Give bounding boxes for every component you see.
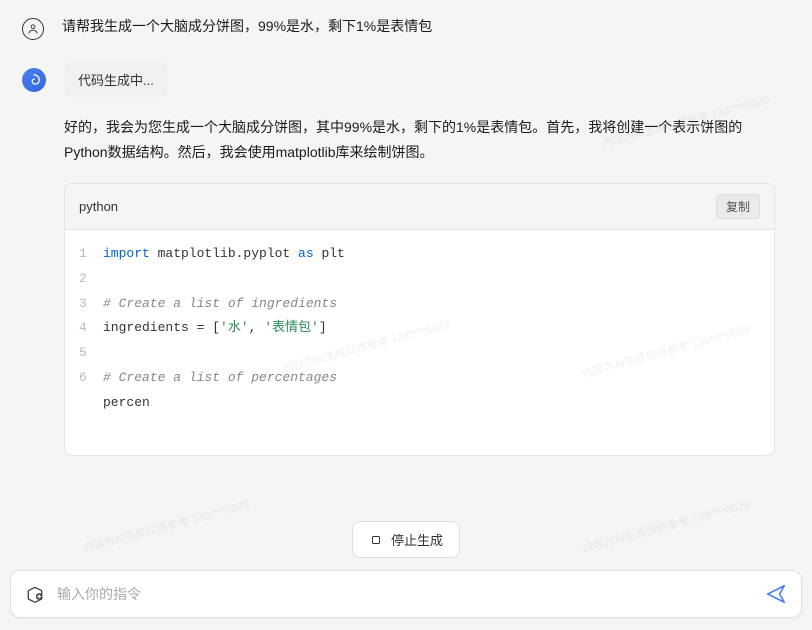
code-line: 3# Create a list of ingredients xyxy=(79,292,760,317)
send-icon xyxy=(765,583,787,605)
code-block: python 复制 1import matplotlib.pyplot as p… xyxy=(64,183,775,456)
user-message-row: 请帮我生成一个大脑成分饼图，99%是水，剩下1%是表情包 xyxy=(0,0,812,50)
stop-generation-button[interactable]: 停止生成 xyxy=(352,521,460,558)
command-input[interactable] xyxy=(57,586,753,602)
code-line: 6# Create a list of percentages xyxy=(79,366,760,391)
code-line: 4ingredients = ['水', '表情包'] xyxy=(79,316,760,341)
send-button[interactable] xyxy=(765,583,787,605)
generation-status-chip: 代码生成中... xyxy=(64,62,168,97)
line-number xyxy=(79,391,103,416)
code-line: 1import matplotlib.pyplot as plt xyxy=(79,242,760,267)
line-content: import matplotlib.pyplot as plt xyxy=(103,242,760,267)
line-number: 3 xyxy=(79,292,103,317)
line-number: 2 xyxy=(79,267,103,292)
code-header: python 复制 xyxy=(65,184,774,230)
line-content: # Create a list of ingredients xyxy=(103,292,760,317)
assistant-content: 代码生成中... 好的，我会为您生成一个大脑成分饼图，其中99%是水，剩下的1%… xyxy=(64,62,790,456)
code-line: 5 xyxy=(79,341,760,366)
code-body: 1import matplotlib.pyplot as plt23# Crea… xyxy=(65,230,774,455)
code-line: percen xyxy=(79,391,760,416)
code-line: 2 xyxy=(79,267,760,292)
line-content xyxy=(103,267,760,292)
line-content: ingredients = ['水', '表情包'] xyxy=(103,316,760,341)
stop-icon xyxy=(369,533,383,547)
user-message-text: 请帮我生成一个大脑成分饼图，99%是水，剩下1%是表情包 xyxy=(62,16,432,37)
copy-code-button[interactable]: 复制 xyxy=(716,194,760,219)
assistant-response-text: 好的，我会为您生成一个大脑成分饼图，其中99%是水，剩下的1%是表情包。首先，我… xyxy=(64,115,790,165)
line-number: 5 xyxy=(79,341,103,366)
user-icon xyxy=(26,22,40,36)
line-content: percen xyxy=(103,391,760,416)
attach-button[interactable] xyxy=(25,584,45,604)
line-number: 1 xyxy=(79,242,103,267)
line-content xyxy=(103,341,760,366)
line-number: 4 xyxy=(79,316,103,341)
user-avatar xyxy=(22,18,44,40)
line-content: # Create a list of percentages xyxy=(103,366,760,391)
line-number: 6 xyxy=(79,366,103,391)
assistant-message-row: 代码生成中... 好的，我会为您生成一个大脑成分饼图，其中99%是水，剩下的1%… xyxy=(0,50,812,456)
input-bar xyxy=(10,570,802,618)
stop-button-label: 停止生成 xyxy=(391,530,443,549)
assistant-avatar xyxy=(22,68,46,92)
swirl-icon xyxy=(27,73,41,87)
stop-button-wrap: 停止生成 xyxy=(0,521,812,558)
attach-icon xyxy=(25,584,45,604)
code-language-label: python xyxy=(79,199,118,214)
